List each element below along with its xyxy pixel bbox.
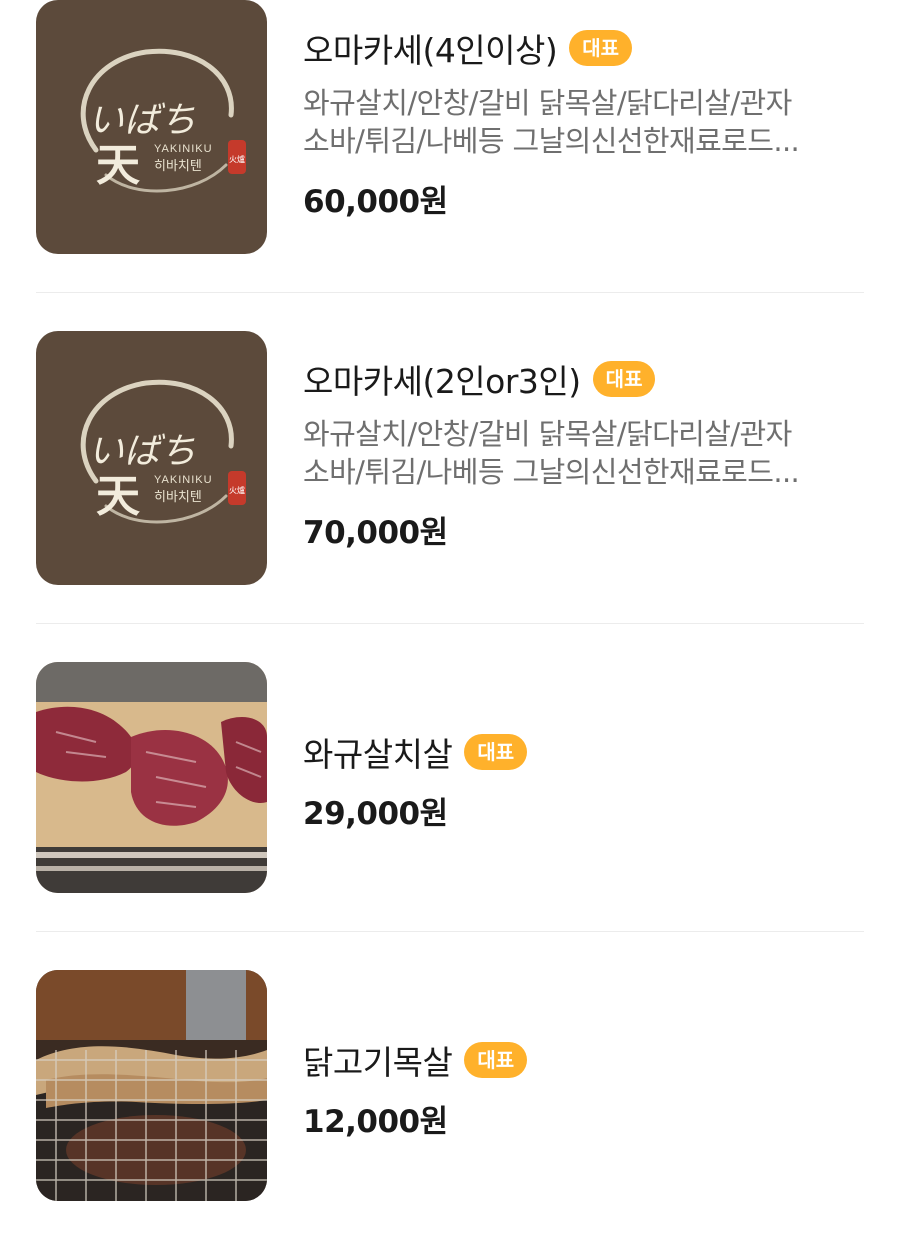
menu-item-info: 닭고기목살 대표 12,000원 — [303, 1034, 864, 1141]
menu-item-wagyu-salchisal[interactable]: 와규살치살 대표 29,000원 — [36, 662, 864, 932]
menu-item-name: 오마카세(2인or3인) — [303, 362, 581, 401]
signature-badge: 대표 — [464, 1042, 528, 1078]
menu-item-chicken-neck[interactable]: 닭고기목살 대표 12,000원 — [36, 970, 864, 1234]
menu-item-image-logo[interactable]: いばち 天 YAKINIKU 히바치텐 火爐 — [36, 331, 267, 585]
menu-item-omakase-4[interactable]: いばち 天 YAKINIKU 히바치텐 火爐 오마카세(4인이상) 대표 와규살… — [36, 0, 864, 293]
menu-item-image-chicken[interactable] — [36, 970, 267, 1201]
menu-item-name: 닭고기목살 — [303, 1043, 453, 1082]
divider — [36, 931, 864, 932]
logo-stamp: 火爐 — [229, 485, 245, 495]
menu-item-info: 와규살치살 대표 29,000원 — [303, 726, 864, 833]
logo-script: いばち — [88, 100, 196, 141]
menu-item-price: 29,000원 — [303, 796, 448, 832]
signature-badge: 대표 — [569, 30, 633, 66]
logo-stamp: 火爐 — [229, 154, 245, 164]
description-line: 소바/튀김/나베등 그날의신선한재료로드... — [303, 455, 800, 489]
divider — [36, 292, 864, 293]
signature-badge: 대표 — [464, 734, 528, 770]
menu-list: いばち 天 YAKINIKU 히바치텐 火爐 오마카세(4인이상) 대표 와규살… — [0, 0, 900, 1234]
menu-item-omakase-2-3[interactable]: いばち 天 YAKINIKU 히바치텐 火爐 오마카세(2인or3인) 대표 와… — [36, 331, 864, 624]
signature-badge: 대표 — [592, 361, 656, 397]
logo-kanji: 天 — [96, 140, 140, 191]
menu-item-description: 와규살치/안창/갈비 닭목살/닭다리살/관자 소바/튀김/나베등 그날의신선한재… — [303, 415, 863, 491]
description-line: 와규살치/안창/갈비 닭목살/닭다리살/관자 — [303, 417, 792, 451]
menu-item-info: 오마카세(4인이상) 대표 와규살치/안창/갈비 닭목살/닭다리살/관자 소바/… — [303, 22, 864, 221]
logo-latin: YAKINIKU — [154, 474, 213, 486]
description-line: 소바/튀김/나베등 그날의신선한재료로드... — [303, 124, 800, 158]
menu-item-price: 70,000원 — [303, 515, 448, 551]
logo-korean: 히바치텐 — [154, 489, 202, 504]
menu-item-name: 오마카세(4인이상) — [303, 31, 558, 70]
logo-kanji: 天 — [96, 471, 140, 522]
logo-korean: 히바치텐 — [154, 158, 202, 173]
menu-item-image-logo[interactable]: いばち 天 YAKINIKU 히바치텐 火爐 — [36, 0, 267, 254]
menu-item-image-wagyu[interactable] — [36, 662, 267, 893]
menu-item-price: 12,000원 — [303, 1104, 448, 1140]
menu-item-name: 와규살치살 — [303, 735, 453, 774]
menu-item-info: 오마카세(2인or3인) 대표 와규살치/안창/갈비 닭목살/닭다리살/관자 소… — [303, 353, 864, 552]
divider — [36, 623, 864, 624]
logo-latin: YAKINIKU — [154, 143, 213, 155]
logo-script: いばち — [88, 431, 196, 472]
menu-item-price: 60,000원 — [303, 184, 448, 220]
menu-item-description: 와규살치/안창/갈비 닭목살/닭다리살/관자 소바/튀김/나베등 그날의신선한재… — [303, 84, 863, 160]
description-line: 와규살치/안창/갈비 닭목살/닭다리살/관자 — [303, 86, 792, 120]
